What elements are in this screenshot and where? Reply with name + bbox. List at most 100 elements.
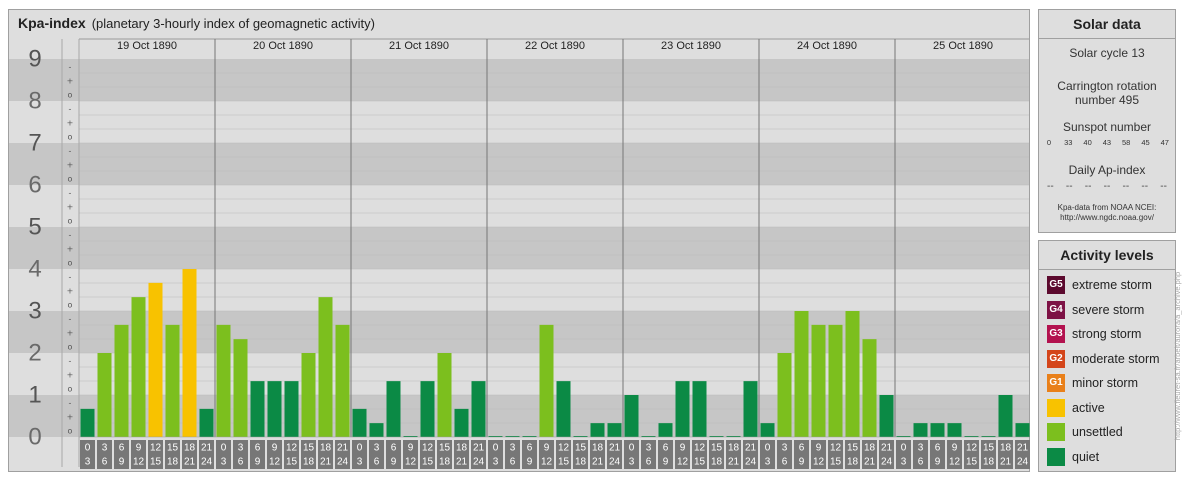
- interval-label-start: 15: [167, 443, 179, 454]
- interval-label-end: 9: [391, 457, 397, 468]
- activity-level-label: unsettled: [1072, 425, 1123, 439]
- kp-bar: [913, 423, 928, 437]
- interval-label-end: 12: [405, 457, 417, 468]
- interval-label-end: 21: [1000, 457, 1012, 468]
- interval-label-end: 6: [374, 457, 380, 468]
- kp-bar: [624, 395, 639, 437]
- interval-label-end: 21: [456, 457, 468, 468]
- y-third-label: +: [67, 287, 74, 296]
- y-tick-label: 6: [28, 171, 41, 198]
- interval-label-start: 0: [493, 443, 499, 454]
- kp-band-6: [9, 143, 1029, 185]
- y-third-label: +: [67, 161, 74, 170]
- kp-bar: [80, 408, 95, 437]
- interval-label-start: 3: [646, 443, 652, 454]
- activity-level-swatch: G4: [1047, 300, 1065, 319]
- activity-level-swatch: G1: [1047, 374, 1065, 392]
- kp-bar: [828, 324, 843, 437]
- ap-index-value: --: [1122, 181, 1130, 192]
- interval-label-end: 9: [935, 457, 941, 468]
- kp-bar: [879, 395, 894, 437]
- kp-bar: [301, 353, 316, 437]
- interval-label-start: 12: [694, 443, 706, 454]
- interval-label-start: 18: [1000, 443, 1012, 454]
- interval-label-start: 3: [238, 443, 244, 454]
- activity-level-label: active: [1072, 400, 1105, 415]
- y-third-label: o: [68, 175, 73, 184]
- interval-label-end: 18: [847, 457, 859, 468]
- interval-label-end: 3: [357, 457, 363, 468]
- sunspot-value: 0: [1046, 138, 1052, 147]
- y-third-label: o: [68, 217, 73, 226]
- kp-bar: [131, 297, 146, 437]
- y-tick-label: 8: [28, 87, 41, 114]
- interval-label-start: 12: [558, 443, 570, 454]
- interval-label-start: 18: [728, 443, 740, 454]
- interval-label-start: 18: [864, 443, 876, 454]
- interval-label-end: 24: [201, 457, 213, 468]
- interval-label-end: 21: [592, 457, 604, 468]
- interval-label-start: 9: [408, 443, 414, 454]
- sunspot-title: Sunspot number: [1062, 120, 1152, 134]
- y-tick-label: 1: [28, 381, 41, 408]
- interval-label-start: 15: [983, 443, 995, 454]
- interval-label-end: 15: [830, 457, 842, 468]
- ap-index-value: --: [1141, 181, 1149, 192]
- interval-label-end: 9: [119, 457, 125, 468]
- kp-bar: [250, 381, 265, 437]
- interval-label-end: 9: [799, 457, 805, 468]
- kp-bar: [267, 381, 282, 437]
- kp-bar: [862, 339, 877, 437]
- interval-label-start: 21: [337, 443, 349, 454]
- interval-label-end: 6: [510, 457, 516, 468]
- y-third-label: -: [69, 357, 72, 366]
- carrington-rotation-line1: Carrington rotation: [1057, 79, 1157, 93]
- interval-label-end: 15: [150, 457, 162, 468]
- kp-bar: [420, 381, 435, 437]
- activity-level-label: strong storm: [1072, 327, 1142, 341]
- interval-label-end: 3: [493, 457, 499, 468]
- interval-label-start: 21: [473, 443, 485, 454]
- kp-bar: [335, 324, 350, 437]
- interval-label-end: 12: [677, 457, 689, 468]
- interval-label-start: 0: [629, 443, 635, 454]
- activity-level-item: quiet: [1039, 445, 1175, 470]
- day-label: 22 Oct 1890: [525, 40, 585, 52]
- interval-label-end: 21: [864, 457, 876, 468]
- activity-levels-title: Activity levels: [1039, 241, 1175, 270]
- interval-label-end: 15: [286, 457, 298, 468]
- kpa-chart: 0123456789o+-o+-o+-o+-o+-o+-o+-o+-o+-19 …: [9, 38, 1030, 469]
- interval-label-end: 24: [881, 457, 893, 468]
- kp-bar: [233, 339, 248, 437]
- interval-label-start: 6: [119, 443, 125, 454]
- kp-bar: [760, 423, 775, 437]
- interval-label-end: 21: [184, 457, 196, 468]
- interval-label-end: 21: [320, 457, 332, 468]
- interval-label-start: 18: [456, 443, 468, 454]
- day-label: 24 Oct 1890: [797, 40, 857, 52]
- interval-label-end: 6: [238, 457, 244, 468]
- credit-line1: Kpa-data from NOAA NCEI:: [1057, 203, 1157, 212]
- interval-label-end: 18: [303, 457, 315, 468]
- ap-index-values: -- -- -- -- -- -- --: [1047, 181, 1167, 192]
- kp-band-5: [9, 185, 1029, 227]
- interval-label-start: 9: [544, 443, 550, 454]
- interval-label-start: 12: [422, 443, 434, 454]
- interval-label-end: 18: [983, 457, 995, 468]
- interval-label-end: 15: [558, 457, 570, 468]
- interval-label-end: 24: [1017, 457, 1029, 468]
- y-third-label: -: [69, 63, 72, 72]
- kp-bar: [199, 408, 214, 437]
- credit-line2: http://www.ngdc.noaa.gov/: [1060, 213, 1154, 222]
- interval-label-start: 3: [102, 443, 108, 454]
- interval-label-start: 6: [799, 443, 805, 454]
- interval-label-start: 0: [901, 443, 907, 454]
- y-third-label: o: [68, 91, 73, 100]
- kp-bar: [930, 423, 945, 437]
- activity-level-item: G5 extreme storm: [1039, 273, 1175, 298]
- interval-label-end: 12: [269, 457, 281, 468]
- y-third-label: +: [67, 371, 74, 380]
- kp-bar: [556, 381, 571, 437]
- interval-label-start: 12: [286, 443, 298, 454]
- kp-bar: [318, 297, 333, 437]
